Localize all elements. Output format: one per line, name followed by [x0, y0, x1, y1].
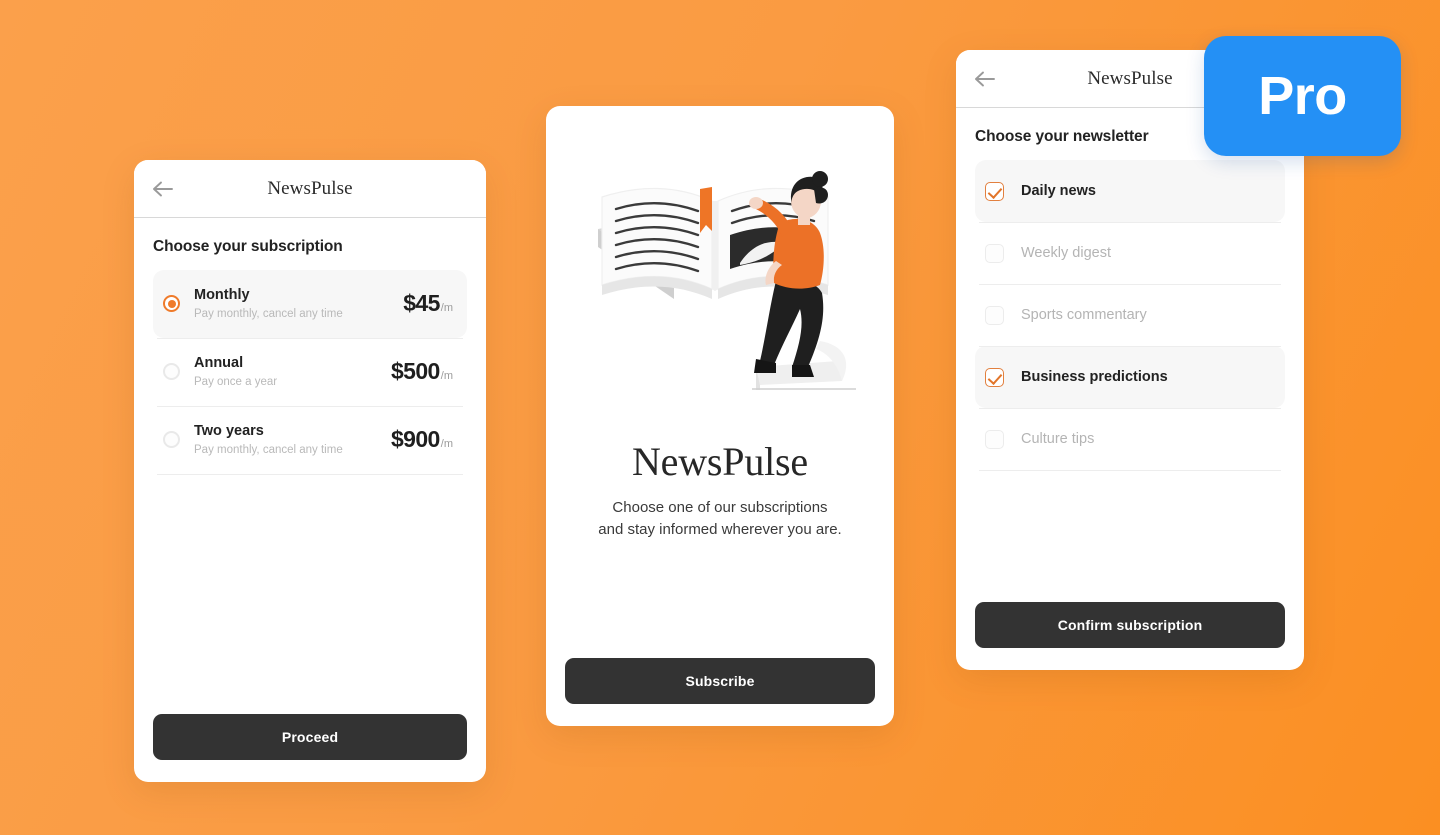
checkbox-business-predictions[interactable] — [985, 367, 1004, 387]
radio-button-monthly[interactable] — [163, 295, 180, 313]
plan-list: Monthly Pay monthly, cancel any time $45… — [153, 270, 467, 475]
plan-name: Two years — [194, 422, 264, 439]
plan-price: $500 /m — [391, 358, 453, 385]
plans-section-title: Choose your subscription — [153, 238, 343, 255]
newsletter-cta-wrap: Confirm subscription — [956, 602, 1304, 670]
newsletter-row[interactable]: Weekly digest — [975, 222, 1285, 284]
newsletter-label: Business predictions — [1021, 369, 1168, 385]
confirm-subscription-button[interactable]: Confirm subscription — [975, 602, 1285, 648]
brand-tagline: Choose one of our subscriptions and stay… — [546, 497, 894, 541]
brand-title: NewsPulse — [632, 439, 808, 484]
price-amount: $900 — [390, 426, 440, 453]
newsletter-row[interactable]: Daily news — [975, 160, 1285, 222]
arrow-left-icon — [153, 181, 173, 196]
plan-price: $45 /m — [403, 290, 453, 317]
tagline-line-1: Choose one of our subscriptions — [612, 499, 828, 516]
app-title: NewsPulse — [267, 177, 353, 199]
back-icon[interactable] — [972, 66, 998, 92]
proceed-button[interactable]: Proceed — [153, 714, 467, 760]
newsletter-label: Daily news — [1021, 183, 1096, 199]
price-amount: $45 — [403, 290, 440, 317]
price-period: /m — [440, 370, 453, 383]
newsletter-row[interactable]: Sports commentary — [975, 284, 1285, 346]
pro-badge[interactable]: Pro — [1204, 36, 1401, 156]
newsletter-label: Sports commentary — [1021, 307, 1147, 323]
plans-cta-wrap: Proceed — [134, 714, 486, 782]
pro-badge-label: Pro — [1258, 66, 1347, 126]
newsletter-label: Weekly digest — [1021, 245, 1111, 261]
checkbox-sports-commentary[interactable] — [985, 305, 1004, 325]
plan-price: $900 /m — [391, 426, 453, 453]
plan-text: Monthly Pay monthly, cancel any time — [194, 286, 403, 322]
plan-name: Monthly — [194, 287, 250, 303]
plan-subtitle: Pay once a year — [194, 376, 278, 389]
plan-row[interactable]: Two years Pay monthly, cancel any time $… — [153, 405, 467, 474]
checkbox-culture-tips[interactable] — [985, 429, 1004, 449]
plan-row[interactable]: Monthly Pay monthly, cancel any time $45… — [153, 270, 467, 338]
woman-reading-open-book-icon — [598, 171, 856, 390]
newsletter-label: Culture tips — [1021, 431, 1095, 447]
plan-name: Annual — [194, 354, 244, 371]
hero-cta-wrap: Subscribe — [546, 658, 894, 726]
hero-illustration — [546, 106, 894, 436]
hero-card: NewsPulse Choose one of our subscription… — [546, 106, 894, 726]
newsletter-body: Choose your newsletter Daily news Weekly… — [956, 108, 1304, 602]
back-icon[interactable] — [150, 176, 176, 202]
newsletter-list: Daily news Weekly digest Sports commenta… — [975, 160, 1285, 471]
subscribe-button[interactable]: Subscribe — [565, 658, 875, 704]
price-period: /m — [440, 438, 453, 451]
price-period: /m — [440, 302, 453, 315]
radio-button-two-years[interactable] — [163, 431, 180, 449]
plan-subtitle: Pay monthly, cancel any time — [194, 443, 343, 456]
subscription-plans-card: NewsPulse Choose your subscription Month… — [134, 160, 486, 782]
plan-row[interactable]: Annual Pay once a year $500 /m — [153, 337, 467, 406]
canvas: NewsPulse Choose your subscription Month… — [0, 0, 1440, 835]
newsletter-row[interactable]: Culture tips — [975, 408, 1285, 470]
price-amount: $500 — [390, 358, 440, 385]
arrow-left-icon — [975, 71, 995, 86]
newsletter-row[interactable]: Business predictions — [975, 346, 1285, 408]
plan-text: Two years Pay monthly, cancel any time — [194, 422, 391, 458]
app-bar: NewsPulse — [134, 160, 486, 218]
tagline-line-2: and stay informed wherever you are. — [598, 520, 842, 538]
plan-subtitle: Pay monthly, cancel any time — [194, 308, 343, 321]
checkbox-weekly-digest[interactable] — [985, 243, 1004, 263]
radio-button-annual[interactable] — [163, 363, 180, 381]
plans-body: Choose your subscription Monthly Pay mon… — [134, 218, 486, 714]
plan-text: Annual Pay once a year — [194, 354, 391, 390]
checkbox-daily-news[interactable] — [985, 181, 1004, 201]
